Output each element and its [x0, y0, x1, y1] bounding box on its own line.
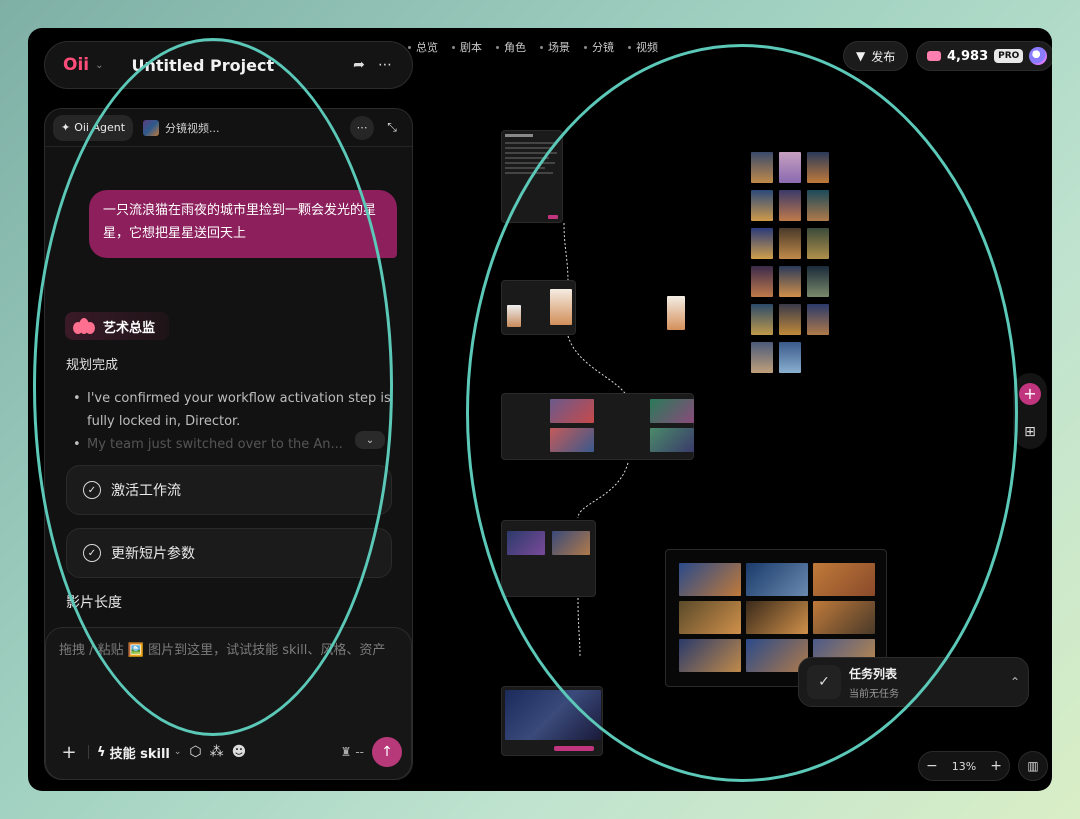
zoom-out-button[interactable]: −	[926, 758, 938, 774]
add-icon[interactable]: +	[58, 742, 80, 763]
credits-pill[interactable]: 4,983 PRO	[916, 41, 1052, 71]
robot-icon: ♜	[340, 745, 352, 759]
chat-input[interactable]	[59, 640, 399, 684]
check-icon: ✓	[83, 481, 101, 499]
nav-video[interactable]: 视频	[628, 39, 658, 55]
nav-scenes[interactable]: 场景	[540, 39, 570, 55]
scene-node[interactable]	[501, 393, 694, 460]
character-node[interactable]	[501, 280, 576, 335]
check-icon: ✓	[83, 544, 101, 562]
panel-more-button[interactable]: ⋯	[350, 115, 374, 140]
list-item: My team just switched over to the An...	[73, 433, 403, 456]
share-icon[interactable]: ➦	[346, 52, 372, 78]
workflow-canvas[interactable]	[498, 118, 898, 756]
tab-oii-agent[interactable]: ✦ Oii Agent	[53, 114, 134, 141]
panel-tabs: ✦ Oii Agent 分镜视频... ⋯ ⤡	[45, 109, 412, 147]
model-selector[interactable]: ♜ --	[341, 745, 364, 759]
layout-icon[interactable]: ⊞	[1024, 424, 1036, 440]
add-node-button[interactable]: +	[1019, 382, 1041, 405]
nav-storyboard[interactable]: 分镜	[584, 39, 614, 55]
user-message: 一只流浪猫在雨夜的城市里捡到一颗会发光的星星，它想把星星送回天上	[89, 190, 397, 258]
flame-icon	[71, 316, 97, 336]
task-list-subtitle: 当前无任务	[849, 688, 899, 700]
tab-storyboard-video[interactable]: 分镜视频...	[143, 119, 220, 136]
nav-script[interactable]: 剧本	[452, 39, 482, 55]
agent-message-list: I've confirmed your workflow activation …	[73, 387, 403, 456]
task-update-params[interactable]: ✓ 更新短片参数	[66, 528, 392, 578]
filter-icon: ▼	[856, 49, 866, 63]
task-list-title: 任务列表	[849, 666, 898, 681]
chat-composer: + ϟ 技能 skill ⌄ ⬡ ⁂ ☻ ♜ -- ↑	[45, 627, 412, 779]
collapse-icon[interactable]: ⤡	[380, 116, 404, 140]
task-activate-workflow[interactable]: ✓ 激活工作流	[66, 465, 392, 515]
character-thumbnail[interactable]	[667, 296, 685, 330]
nav-characters[interactable]: 角色	[496, 39, 526, 55]
avatar[interactable]	[1029, 47, 1048, 65]
plan-status: 规划完成	[66, 358, 119, 373]
chevron-down-icon[interactable]: ⌄	[95, 60, 103, 71]
lightning-icon: ϟ	[97, 744, 106, 760]
skill-selector[interactable]: ϟ 技能 skill ⌄	[97, 743, 181, 762]
script-node[interactable]	[501, 130, 563, 223]
director-badge: 艺术总监	[65, 312, 170, 340]
list-item: I've confirmed your workflow activation …	[73, 387, 403, 433]
agent-panel: ✦ Oii Agent 分镜视频... ⋯ ⤡ 一只流浪猫在雨夜的城市里捡到一颗…	[44, 108, 413, 780]
zoom-level: 13%	[951, 759, 977, 773]
zoom-in-button[interactable]: +	[990, 758, 1002, 774]
task-list-panel[interactable]: ✓ 任务列表 当前无任务 ⌃	[798, 657, 1029, 707]
video-node[interactable]	[501, 686, 603, 756]
film-length-label: 影片长度	[66, 595, 122, 611]
nav-overview[interactable]: 总览	[408, 39, 438, 55]
publish-button[interactable]: ▼ 发布	[843, 41, 909, 71]
app-logo[interactable]: Oii	[63, 55, 89, 75]
top-nav: 总览 剧本 角色 场景 分镜 视频	[408, 39, 658, 55]
project-title[interactable]: Untitled Project	[132, 56, 347, 75]
send-button[interactable]: ↑	[372, 737, 402, 767]
pro-badge: PRO	[994, 49, 1024, 63]
face-icon[interactable]: ☻	[232, 744, 247, 760]
coin-icon	[927, 51, 941, 61]
check-icon: ✓	[807, 665, 841, 699]
story-thumbnail	[143, 119, 160, 136]
canvas-side-tools: + ⊞	[1013, 373, 1047, 449]
project-header: Oii ⌄ Untitled Project ➦ ⋯	[44, 41, 413, 89]
storyboard-node[interactable]	[501, 520, 596, 597]
circles-icon[interactable]: ⁂	[210, 744, 224, 760]
scroll-down-button[interactable]: ⌄	[355, 431, 385, 449]
composer-toolbar: + ϟ 技能 skill ⌄ ⬡ ⁂ ☻ ♜ -- ↑	[58, 737, 402, 767]
chevron-up-icon[interactable]: ⌃	[1010, 675, 1020, 689]
chevron-down-icon: ⌄	[173, 747, 182, 757]
more-icon[interactable]: ⋯	[372, 52, 398, 78]
zoom-control: − 13% +	[918, 751, 1010, 781]
cube-icon[interactable]: ⬡	[189, 744, 201, 760]
app-window: 总览 剧本 角色 场景 分镜 视频 Oii ⌄ Untitled Project…	[28, 28, 1052, 791]
sparkle-icon: ✦	[61, 121, 71, 134]
map-icon[interactable]: ▥	[1018, 751, 1048, 781]
